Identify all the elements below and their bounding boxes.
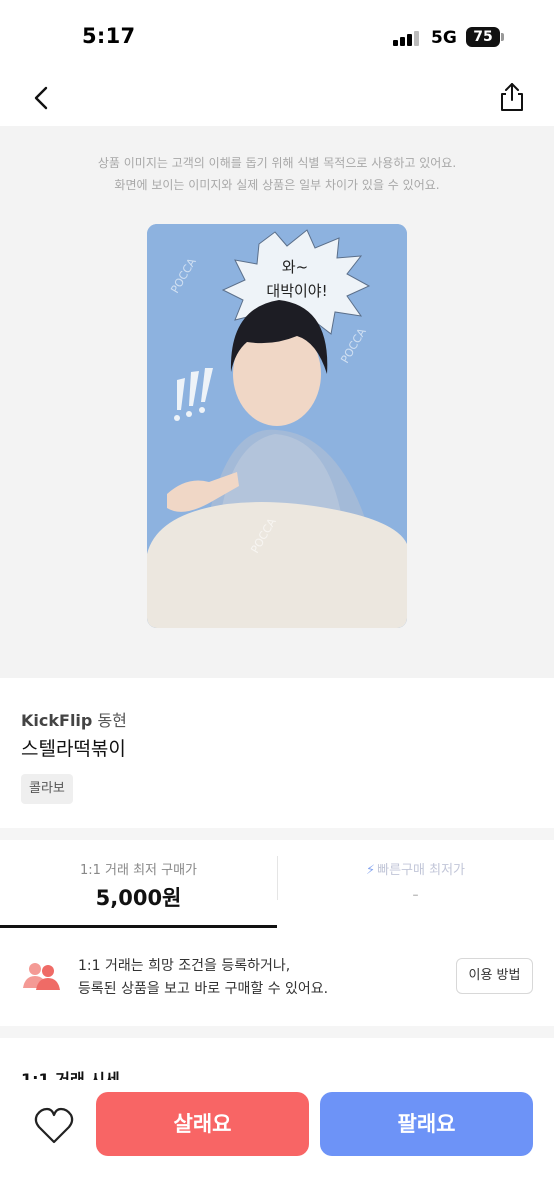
- status-bar: 5:17 5G 75: [0, 0, 554, 72]
- artist-line: KickFlip 동현: [21, 707, 127, 731]
- section-divider: [0, 1026, 554, 1038]
- image-notice-line1: 상품 이미지는 고객의 이해를 돕기 위해 식별 목적으로 사용하고 있어요.: [97, 156, 457, 170]
- battery-icon: 75: [466, 27, 500, 47]
- product-name: 스텔라떡볶이: [21, 738, 126, 760]
- speech-text-line1: 와~: [282, 258, 308, 276]
- product-info: KickFlip 동현 스텔라떡볶이 콜라보: [0, 678, 554, 828]
- trade-info-text: 1:1 거래는 희망 조건을 등록하거나, 등록된 상품을 보고 바로 구매할 …: [78, 955, 328, 1001]
- trade-info-line2: 등록된 상품을 보고 바로 구매할 수 있어요.: [78, 981, 329, 997]
- tab-value: 5,000원: [95, 886, 182, 910]
- tab-label: 1:1 거래 최저 구매가: [79, 863, 198, 878]
- share-icon: [501, 83, 523, 111]
- people-icon: [23, 963, 60, 990]
- image-notice-line2: 화면에 보이는 이미지와 실제 상품은 일부 차이가 있을 수 있어요.: [114, 178, 440, 192]
- battery-level: 75: [473, 29, 493, 45]
- share-button[interactable]: [495, 80, 529, 114]
- battery-nub: [501, 33, 504, 41]
- photocard-art: 와~ 대박이야! POCCA POCCA POCCA: [147, 224, 407, 628]
- tab-value: -: [412, 884, 419, 905]
- signal-icon: [393, 30, 421, 46]
- tab-label: ⚡ 빠른구매 최저가: [277, 859, 554, 878]
- product-image-area: 상품 이미지는 고객의 이해를 돕기 위해 식별 목적으로 사용하고 있어요. …: [0, 126, 554, 678]
- image-notice: 상품 이미지는 고객의 이해를 돕기 위해 식별 목적으로 사용하고 있어요. …: [0, 152, 554, 196]
- bottom-action-bar: 살래요 팔래요: [0, 1080, 554, 1200]
- trade-info-row: 1:1 거래는 희망 조건을 등록하거나, 등록된 상품을 보고 바로 구매할 …: [0, 930, 554, 1026]
- status-time: 5:17: [82, 24, 136, 48]
- back-button[interactable]: [26, 82, 58, 114]
- cream-blob: [147, 502, 407, 628]
- photocard-image[interactable]: 와~ 대박이야! POCCA POCCA POCCA: [147, 224, 407, 628]
- tab-quick-buy-price[interactable]: ⚡ 빠른구매 최저가 -: [277, 840, 554, 928]
- section-divider: [0, 828, 554, 840]
- network-type: 5G: [431, 28, 457, 48]
- how-to-use-button[interactable]: 이용 방법: [456, 958, 533, 994]
- tab-lowest-buy-price[interactable]: 1:1 거래 최저 구매가 5,000원: [0, 840, 277, 928]
- buy-button[interactable]: 살래요: [96, 1092, 309, 1156]
- wishlist-button[interactable]: [32, 1104, 76, 1148]
- sell-button[interactable]: 팔래요: [320, 1092, 533, 1156]
- trade-info-line1: 1:1 거래는 희망 조건을 등록하거나,: [78, 958, 291, 974]
- top-nav: [0, 72, 554, 126]
- product-tag: 콜라보: [21, 774, 73, 804]
- tab-label-text: 빠른구매 최저가: [377, 863, 465, 878]
- group-name[interactable]: KickFlip: [21, 711, 92, 730]
- member-name: 동현: [97, 711, 127, 730]
- speech-text-line2: 대박이야!: [266, 282, 327, 300]
- chevron-left-icon: [34, 86, 48, 110]
- price-tabs: 1:1 거래 최저 구매가 5,000원 ⚡ 빠른구매 최저가 -: [0, 840, 554, 928]
- heart-icon: [34, 1107, 74, 1144]
- lightning-icon: ⚡: [366, 863, 376, 878]
